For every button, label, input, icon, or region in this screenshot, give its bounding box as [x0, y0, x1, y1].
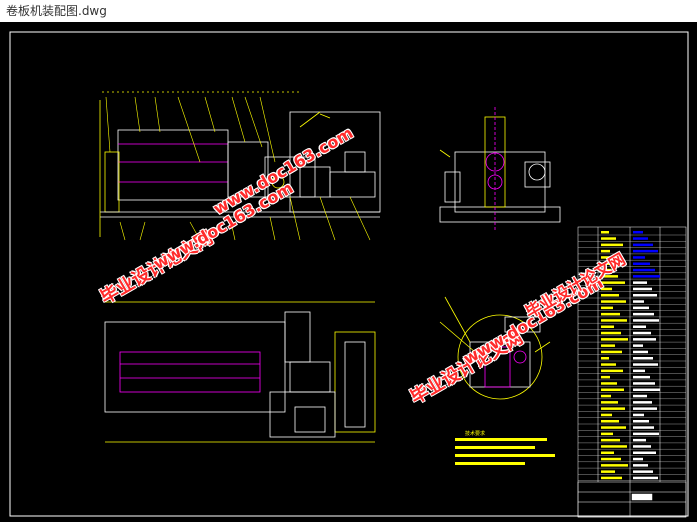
parts-row-mark	[601, 476, 622, 480]
parts-row-mark	[601, 306, 613, 310]
parts-row-mark	[601, 375, 610, 379]
title-block	[577, 481, 687, 518]
parts-row-mark	[633, 420, 649, 423]
parts-row-mark	[633, 331, 651, 335]
parts-row-mark	[601, 394, 611, 398]
parts-row-mark	[601, 243, 623, 247]
parts-row-mark	[601, 344, 615, 347]
parts-row-mark	[633, 445, 651, 448]
parts-row-mark	[633, 325, 646, 328]
parts-row-mark	[633, 268, 655, 272]
parts-row-mark	[633, 256, 645, 259]
parts-row-mark	[633, 457, 643, 461]
parts-row-mark	[601, 432, 613, 436]
parts-row-mark	[633, 407, 657, 410]
parts-row-mark	[601, 369, 623, 373]
parts-row-mark	[601, 338, 628, 341]
parts-row-mark	[633, 287, 652, 291]
parts-row-mark	[601, 388, 624, 391]
parts-row-mark	[633, 300, 644, 303]
parts-row-mark	[633, 319, 659, 322]
parts-row-mark	[601, 451, 614, 454]
parts-row-mark	[601, 420, 619, 423]
parts-row-mark	[633, 357, 653, 360]
parts-row-mark	[601, 281, 625, 284]
parts-row-mark	[601, 464, 628, 467]
parts-row-mark	[633, 281, 647, 284]
parts-row-mark	[601, 312, 620, 316]
parts-row-mark	[601, 363, 616, 366]
parts-row-mark	[633, 249, 658, 253]
parts-row-mark	[601, 325, 614, 328]
parts-row-mark	[633, 438, 646, 442]
parts-row-mark	[633, 306, 649, 310]
window-title: 卷板机装配图.dwg	[6, 4, 107, 18]
parts-row-mark	[633, 312, 654, 316]
parts-row-mark	[633, 363, 658, 366]
plan-view	[104, 301, 376, 443]
window-titlebar: 卷板机装配图.dwg	[0, 0, 697, 22]
parts-row-mark	[633, 464, 648, 467]
parts-row-mark	[601, 457, 621, 461]
parts-row-mark	[633, 401, 652, 404]
parts-row-mark	[633, 470, 653, 473]
parts-row-mark	[601, 470, 615, 473]
parts-row-mark	[601, 357, 609, 360]
cad-viewport[interactable]: 技术要求 毕业设计论文网 www.doc163.com www.doc163.c…	[0, 22, 697, 522]
parts-row-mark	[633, 394, 647, 398]
tech-requirements	[455, 438, 555, 465]
parts-row-mark	[633, 338, 656, 341]
parts-row-mark	[601, 401, 618, 404]
parts-row-mark	[633, 237, 648, 240]
parts-row-mark	[633, 294, 657, 297]
parts-row-mark	[601, 426, 626, 429]
parts-row-mark	[601, 413, 612, 417]
tech-requirements-title: 技术要求	[465, 431, 486, 437]
parts-row-mark	[633, 369, 645, 373]
parts-row-mark	[633, 413, 644, 417]
parts-row-mark	[633, 262, 650, 265]
parts-row-mark	[633, 344, 643, 347]
parts-row-mark	[601, 237, 616, 240]
parts-row-mark	[633, 388, 660, 391]
parts-row-mark	[633, 476, 658, 480]
side-view	[439, 107, 561, 232]
parts-row-mark	[633, 426, 654, 429]
parts-row-mark	[633, 382, 655, 385]
parts-row-mark	[633, 375, 650, 379]
parts-row-mark	[601, 350, 622, 354]
parts-row-mark	[601, 300, 626, 303]
parts-row-mark	[601, 445, 627, 448]
parts-row-mark	[633, 243, 653, 247]
parts-row-mark	[601, 319, 627, 322]
parts-row-mark	[601, 231, 609, 234]
parts-row-mark	[601, 294, 619, 297]
parts-row-mark	[601, 438, 620, 442]
parts-row-mark	[601, 407, 625, 410]
parts-row-mark	[601, 331, 621, 335]
parts-row-mark	[601, 382, 617, 385]
parts-row-mark	[633, 231, 643, 234]
parts-row-mark	[633, 451, 656, 454]
parts-row-mark	[633, 275, 660, 278]
parts-row-mark	[633, 350, 648, 354]
parts-row-mark	[633, 432, 659, 436]
